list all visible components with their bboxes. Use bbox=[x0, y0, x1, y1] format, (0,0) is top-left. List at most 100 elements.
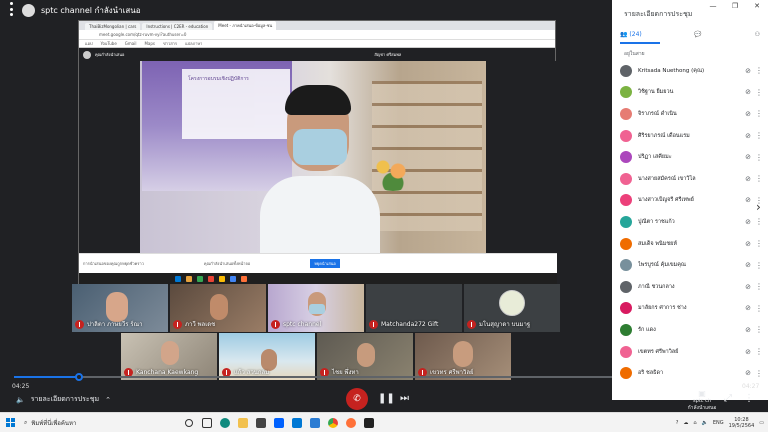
clock[interactable]: 10:28 19/5/2564 bbox=[729, 417, 755, 429]
bookmark[interactable]: Gmail bbox=[125, 41, 137, 46]
participant-item[interactable]: ปริฏา เสคียมะ ⊘ ⋮ bbox=[620, 146, 764, 168]
minimize-icon[interactable]: — bbox=[702, 0, 724, 12]
more-options-icon[interactable]: ⋮ bbox=[754, 261, 764, 270]
mic-off-icon[interactable]: ⊘ bbox=[742, 218, 754, 226]
participant-tile[interactable]: เขวทร ศรีพาวิลย์ bbox=[415, 333, 511, 380]
participant-tile[interactable]: ภาวี พลเดช bbox=[170, 284, 266, 332]
participant-tile[interactable]: แก้ว สวนกลม bbox=[219, 333, 315, 380]
language-indicator[interactable]: ENG bbox=[713, 420, 724, 426]
more-options-icon[interactable]: ⋮ bbox=[754, 304, 764, 313]
bookmark[interactable]: แปลภาษา bbox=[185, 40, 202, 47]
bookmark[interactable]: ข่าวสาร bbox=[163, 40, 177, 47]
taskbar-search[interactable]: ⌕ พิมพ์ที่นี่เพื่อค้นหา bbox=[20, 415, 150, 431]
participant-tile[interactable]: Kanchana Kaewkang bbox=[121, 333, 217, 380]
more-options-icon[interactable]: ⋮ bbox=[754, 325, 764, 334]
address-bar[interactable]: meet.google.com/qtz-ruvm-vyi?authuser=0 bbox=[79, 30, 555, 40]
menu-icon[interactable] bbox=[10, 2, 14, 16]
browser-tab[interactable]: Meet - ภาคนำเสนอ-ข้อมูล-ชน bbox=[214, 21, 277, 30]
store-icon[interactable] bbox=[252, 414, 270, 432]
more-options-icon[interactable]: ⋮ bbox=[754, 217, 764, 226]
tab-participants[interactable]: 👥 (24) bbox=[620, 31, 642, 38]
browser-tab[interactable]: Instructions | C2ER - education bbox=[142, 23, 213, 30]
more-options-icon[interactable]: ⋮ bbox=[754, 88, 764, 97]
activities-icon[interactable]: ⚇ bbox=[755, 31, 760, 38]
chrome-icon[interactable] bbox=[324, 414, 342, 432]
next-icon[interactable]: ⏭ bbox=[400, 393, 409, 404]
end-call-button[interactable]: ✆ bbox=[346, 388, 368, 410]
pin-icon[interactable]: ⊘ bbox=[742, 67, 754, 75]
explorer-icon[interactable] bbox=[234, 414, 252, 432]
participant-item[interactable]: นางสาวเบ็ญจรี ศรีเทพย์ ⊘ ⋮ bbox=[620, 190, 764, 212]
photos-icon[interactable] bbox=[306, 414, 324, 432]
mic-off-icon[interactable]: ⊘ bbox=[742, 326, 754, 334]
participant-item[interactable]: สมเด็จ พนิมชยห์ ⊘ ⋮ bbox=[620, 233, 764, 255]
participant-tile[interactable]: sptc channel bbox=[268, 284, 364, 332]
participant-item[interactable]: Kritsada Nuethong (คุณ) ⊘ ⋮ bbox=[620, 60, 764, 82]
mic-off-icon[interactable]: ⊘ bbox=[742, 240, 754, 248]
participant-tile[interactable]: ปาลิตา ภาษยวีร ร์ณา bbox=[72, 284, 168, 332]
participant-item[interactable]: ศิริรยาภรณ์ เดือนแรม ⊘ ⋮ bbox=[620, 125, 764, 147]
mic-off-icon[interactable]: ⊘ bbox=[742, 283, 754, 291]
fullscreen-icon[interactable]: ⤢ bbox=[724, 393, 732, 404]
mic-off-icon[interactable]: ⊘ bbox=[742, 175, 754, 183]
chat-icon[interactable]: 💬 bbox=[694, 31, 701, 38]
mail-icon[interactable] bbox=[288, 414, 306, 432]
participant-item[interactable]: รัก แดง ⊘ ⋮ bbox=[620, 319, 764, 341]
mic-off-icon[interactable]: ⊘ bbox=[742, 153, 754, 161]
volume-tray-icon[interactable]: 🔈 bbox=[702, 420, 708, 426]
mic-off-icon[interactable]: ⊘ bbox=[742, 261, 754, 269]
more-options-icon[interactable]: ⋮ bbox=[754, 153, 764, 162]
more-options-icon[interactable]: ⋮ bbox=[754, 174, 764, 183]
volume-icon[interactable]: 🔈 bbox=[16, 396, 25, 404]
browser-tab[interactable]: ThaiBizMongolian | cars bbox=[85, 23, 141, 30]
chevron-right-icon[interactable]: › bbox=[756, 200, 761, 214]
close-icon[interactable]: ✕ bbox=[746, 0, 768, 12]
dropbox-icon[interactable] bbox=[270, 414, 288, 432]
mic-off-icon[interactable]: ⊘ bbox=[742, 348, 754, 356]
bookmark[interactable]: YouTube bbox=[101, 41, 117, 46]
participant-tile[interactable]: มโนสุญาดา บนมาฐ bbox=[464, 284, 560, 332]
progress-handle[interactable] bbox=[75, 373, 83, 381]
bookmark[interactable]: Maps bbox=[144, 41, 155, 46]
meeting-details[interactable]: 🔈 รายละเอียดการประชุม ⌃ bbox=[16, 394, 111, 405]
participant-tile[interactable]: Matchanda272 Gift bbox=[366, 284, 462, 332]
more-options-icon[interactable]: ⋮ bbox=[754, 66, 764, 75]
cortana-icon[interactable] bbox=[180, 414, 198, 432]
bookmark[interactable]: แอป bbox=[85, 40, 93, 47]
network-icon[interactable]: ⌂ bbox=[693, 420, 696, 426]
participant-tile[interactable]: ไชย พึ่งทา bbox=[317, 333, 413, 380]
media-icon[interactable] bbox=[360, 414, 378, 432]
more-options-icon[interactable]: ⋮ bbox=[754, 282, 764, 291]
stop-presenting-button[interactable]: หยุดนำเสนอ bbox=[310, 259, 340, 268]
presenter-status[interactable]: ▣ sptc ch กำลังนำเสนอ bbox=[686, 389, 718, 412]
task-view-icon[interactable] bbox=[198, 414, 216, 432]
progress-bar[interactable] bbox=[14, 373, 612, 381]
notifications-icon[interactable]: ▭ bbox=[759, 420, 764, 426]
more-options-icon[interactable]: ⋮ bbox=[754, 239, 764, 248]
more-options-icon[interactable]: ⋮ bbox=[754, 347, 764, 356]
participant-item[interactable]: ไพรบูรณ์ คุ้มเขมคุณ ⊘ ⋮ bbox=[620, 254, 764, 276]
firefox-icon[interactable] bbox=[342, 414, 360, 432]
participant-item[interactable]: วิชิฐาน ยิ้มยวน ⊘ ⋮ bbox=[620, 82, 764, 104]
participant-item[interactable]: เขตทร ศรีพาวิลย์ ⊘ ⋮ bbox=[620, 341, 764, 363]
mic-off-icon[interactable]: ⊘ bbox=[742, 196, 754, 204]
participant-item[interactable]: ปูณีตา ราชแก้ว ⊘ ⋮ bbox=[620, 211, 764, 233]
mic-off-icon[interactable]: ⊘ bbox=[742, 369, 754, 377]
mic-off-icon[interactable]: ⊘ bbox=[742, 132, 754, 140]
maximize-icon[interactable]: ❐ bbox=[724, 0, 746, 12]
chevron-up-icon[interactable]: ⌃ bbox=[105, 396, 111, 404]
participant-item[interactable]: มาลัยกร ศาการ ช่าง ⊘ ⋮ bbox=[620, 298, 764, 320]
participant-item[interactable]: นางสายสมัครณ์ เขาวิไล ⊘ ⋮ bbox=[620, 168, 764, 190]
mic-off-icon[interactable]: ⊘ bbox=[742, 304, 754, 312]
participant-item[interactable]: อริ ชลธิดา ⊘ ⋮ bbox=[620, 362, 764, 384]
more-options-icon[interactable]: ⋮ bbox=[754, 109, 764, 118]
participant-item[interactable]: ภาณี ชวนกลาง ⊘ ⋮ bbox=[620, 276, 764, 298]
help-icon[interactable]: ? bbox=[676, 420, 679, 426]
more-options-icon[interactable]: ⋮ bbox=[754, 131, 764, 140]
edge-icon[interactable] bbox=[216, 414, 234, 432]
pause-icon[interactable]: ❚❚ bbox=[378, 393, 395, 404]
participant-item[interactable]: จิราภรณ์ ดำเนิน ⊘ ⋮ bbox=[620, 103, 764, 125]
more-icon[interactable]: ⋮ bbox=[744, 393, 754, 404]
onedrive-icon[interactable]: ☁ bbox=[683, 420, 688, 426]
mic-off-icon[interactable]: ⊘ bbox=[742, 110, 754, 118]
